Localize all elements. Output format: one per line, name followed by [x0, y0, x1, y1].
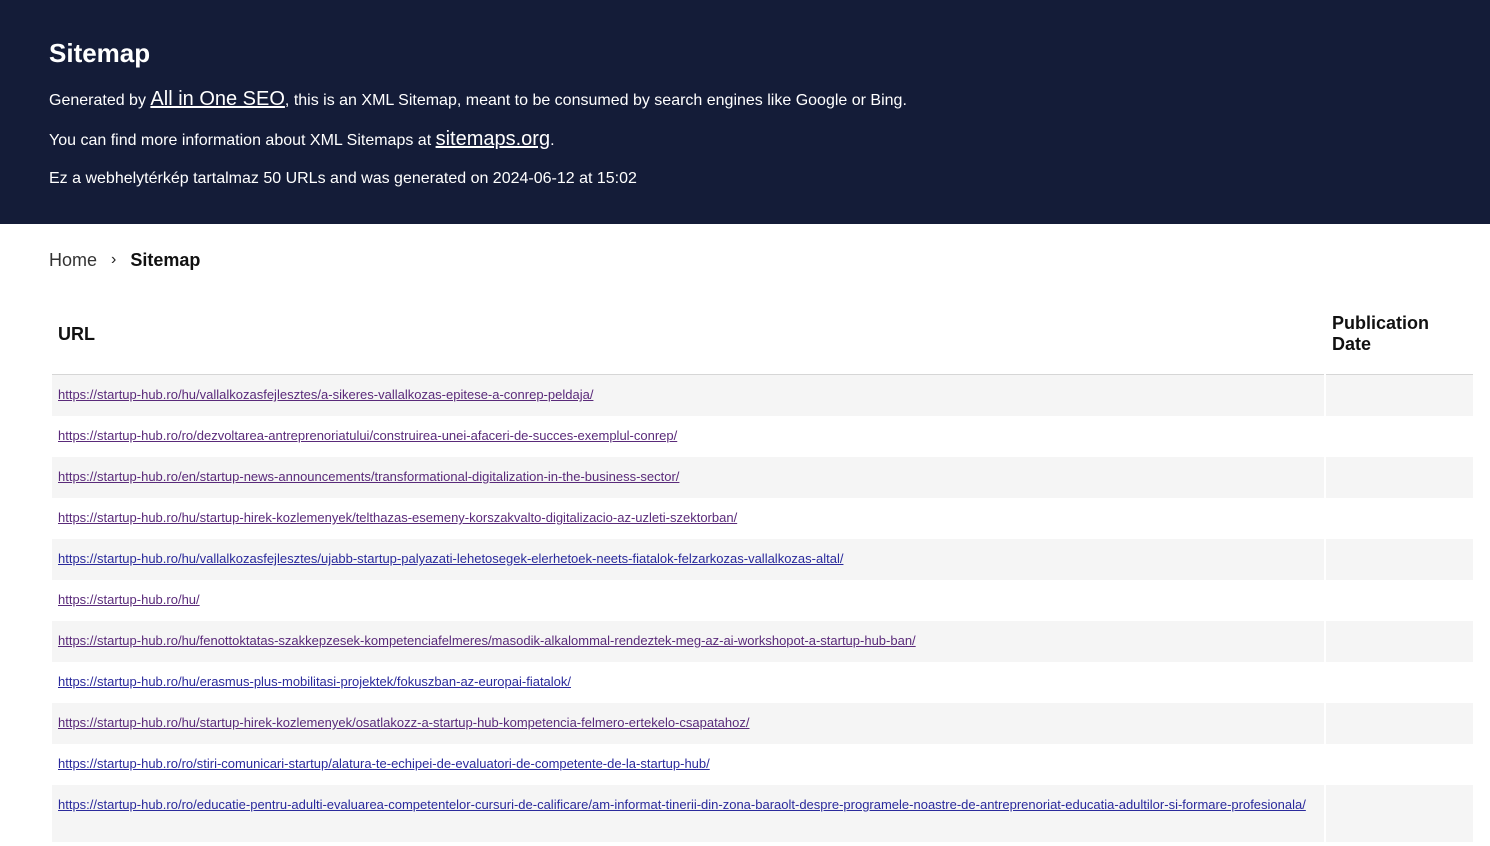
url-link[interactable]: https://startup-hub.ro/ro/dezvoltarea-an… — [58, 428, 677, 443]
url-link[interactable]: https://startup-hub.ro/hu/startup-hirek-… — [58, 510, 737, 525]
column-header-url: URL — [52, 298, 1324, 375]
date-cell — [1326, 621, 1473, 662]
date-cell — [1326, 539, 1473, 580]
page-header: Sitemap Generated by All in One SEO, thi… — [0, 0, 1490, 224]
table-row: https://startup-hub.ro/en/startup-news-a… — [52, 457, 1473, 498]
url-link[interactable]: https://startup-hub.ro/hu/vallalkozasfej… — [58, 551, 843, 566]
table-header-row: URL Publication Date — [52, 298, 1473, 375]
url-link[interactable]: https://startup-hub.ro/en/startup-news-a… — [58, 469, 679, 484]
sitemap-table: URL Publication Date https://startup-hub… — [50, 298, 1475, 842]
column-header-publication-date: Publication Date — [1326, 298, 1473, 375]
date-cell — [1326, 375, 1473, 416]
sitemaps-org-link[interactable]: sitemaps.org — [436, 128, 551, 150]
more-info-text: You can find more information about XML … — [49, 128, 555, 150]
table-row: https://startup-hub.ro/hu/fenottoktatas-… — [52, 621, 1473, 662]
date-cell — [1326, 580, 1473, 621]
url-cell: https://startup-hub.ro/hu/erasmus-plus-m… — [52, 662, 1324, 703]
url-cell: https://startup-hub.ro/hu/vallalkozasfej… — [52, 539, 1324, 580]
date-cell — [1326, 744, 1473, 785]
all-in-one-seo-link[interactable]: All in One SEO — [150, 88, 285, 110]
url-cell: https://startup-hub.ro/hu/ — [52, 580, 1324, 621]
url-cell: https://startup-hub.ro/hu/vallalkozasfej… — [52, 375, 1324, 416]
chevron-right-icon: › — [111, 251, 117, 268]
table-row: https://startup-hub.ro/hu/startup-hirek-… — [52, 703, 1473, 744]
url-link[interactable]: https://startup-hub.ro/ro/educatie-pentr… — [58, 797, 1306, 812]
url-cell: https://startup-hub.ro/ro/stiri-comunica… — [52, 744, 1324, 785]
date-cell — [1326, 785, 1473, 842]
breadcrumb-home[interactable]: Home — [49, 250, 97, 271]
url-cell: https://startup-hub.ro/hu/fenottoktatas-… — [52, 621, 1324, 662]
table-row: https://startup-hub.ro/hu/ — [52, 580, 1473, 621]
url-link[interactable]: https://startup-hub.ro/hu/fenottoktatas-… — [58, 633, 916, 648]
table-row: https://startup-hub.ro/hu/vallalkozasfej… — [52, 539, 1473, 580]
url-cell: https://startup-hub.ro/en/startup-news-a… — [52, 457, 1324, 498]
table-body: https://startup-hub.ro/hu/vallalkozasfej… — [52, 375, 1473, 842]
table-row: https://startup-hub.ro/hu/vallalkozasfej… — [52, 375, 1473, 416]
breadcrumb-current: Sitemap — [130, 249, 201, 270]
url-cell: https://startup-hub.ro/ro/educatie-pentr… — [52, 785, 1324, 842]
date-cell — [1326, 457, 1473, 498]
breadcrumb: Home › Sitemap — [0, 248, 1490, 272]
sitemap-summary-text: Ez a webhelytérkép tartalmaz 50 URLs and… — [49, 170, 637, 187]
url-cell: https://startup-hub.ro/ro/dezvoltarea-an… — [52, 416, 1324, 457]
page-title: Sitemap — [49, 38, 151, 68]
url-link[interactable]: https://startup-hub.ro/hu/erasmus-plus-m… — [58, 674, 571, 689]
date-cell — [1326, 498, 1473, 539]
url-link[interactable]: https://startup-hub.ro/ro/stiri-comunica… — [58, 756, 710, 771]
date-cell — [1326, 416, 1473, 457]
table-row: https://startup-hub.ro/ro/dezvoltarea-an… — [52, 416, 1473, 457]
table-row: https://startup-hub.ro/hu/startup-hirek-… — [52, 498, 1473, 539]
url-link[interactable]: https://startup-hub.ro/hu/startup-hirek-… — [58, 715, 750, 730]
url-link[interactable]: https://startup-hub.ro/hu/ — [58, 592, 200, 607]
date-cell — [1326, 662, 1473, 703]
url-link[interactable]: https://startup-hub.ro/hu/vallalkozasfej… — [58, 387, 593, 402]
generated-by-text: Generated by All in One SEO, this is an … — [49, 88, 907, 110]
table-row: https://startup-hub.ro/ro/educatie-pentr… — [52, 785, 1473, 842]
url-cell: https://startup-hub.ro/hu/startup-hirek-… — [52, 498, 1324, 539]
table-row: https://startup-hub.ro/ro/stiri-comunica… — [52, 744, 1473, 785]
table-row: https://startup-hub.ro/hu/erasmus-plus-m… — [52, 662, 1473, 703]
date-cell — [1326, 703, 1473, 744]
url-cell: https://startup-hub.ro/hu/startup-hirek-… — [52, 703, 1324, 744]
